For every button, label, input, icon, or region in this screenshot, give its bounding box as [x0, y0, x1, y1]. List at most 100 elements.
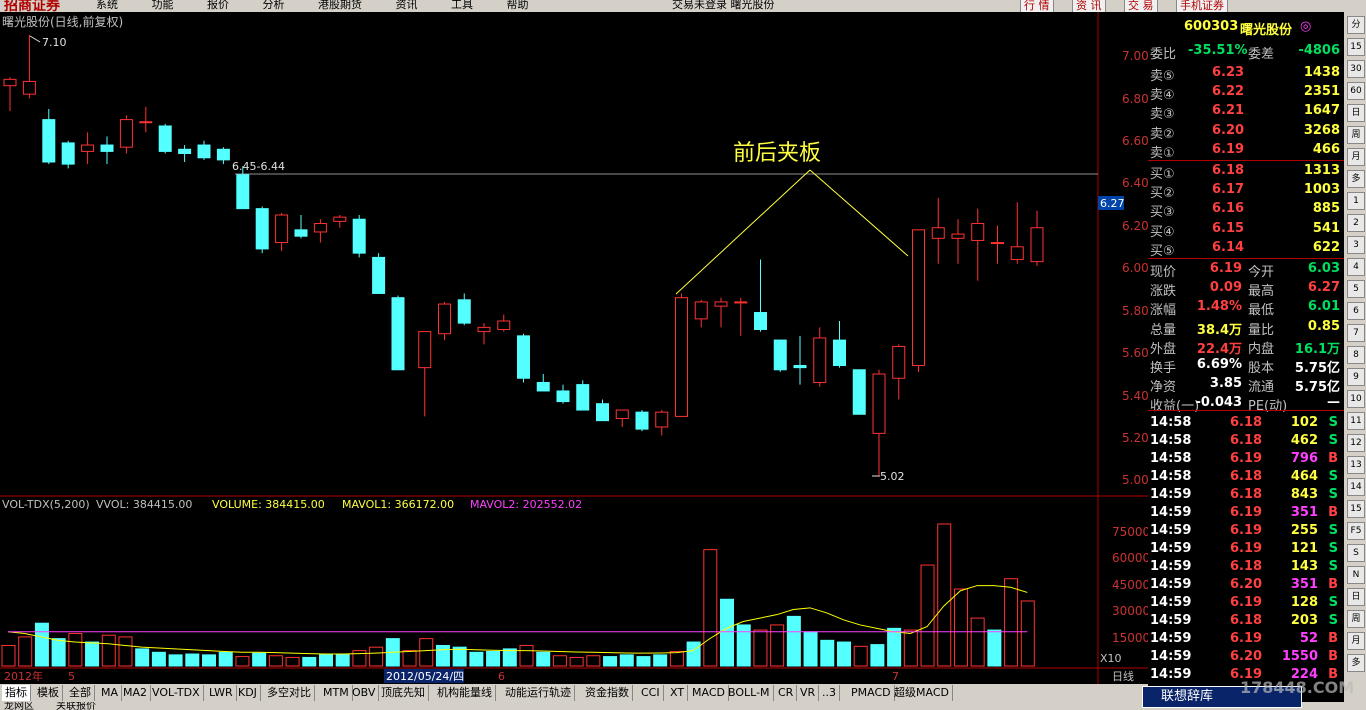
toolbar-button[interactable]: 日: [1347, 104, 1365, 122]
toolbar-button[interactable]: 周: [1347, 126, 1365, 144]
indicator-tab[interactable]: 多空对比: [264, 685, 315, 701]
indicator-tab[interactable]: 超级MACD: [891, 685, 953, 701]
info-icon[interactable]: ◎: [1300, 19, 1311, 34]
indicator-tab[interactable]: MACD: [689, 685, 729, 701]
toolbar-button[interactable]: 60: [1347, 82, 1365, 100]
toolbar-button[interactable]: 13: [1347, 456, 1365, 474]
candle[interactable]: [352, 215, 366, 258]
candle-body: [313, 222, 327, 233]
toolbar-button[interactable]: 15: [1347, 38, 1365, 56]
toolbar-button[interactable]: 11: [1347, 412, 1365, 430]
toolbar-button[interactable]: 9: [1347, 368, 1365, 386]
ask-row[interactable]: 卖④ 6.22 2351: [1148, 83, 1344, 103]
toolbar-button[interactable]: 1: [1347, 192, 1365, 210]
toolbar-button[interactable]: 8: [1347, 346, 1365, 364]
toolbar-button[interactable]: 多: [1347, 170, 1365, 188]
bid-row[interactable]: 买④ 6.15 541: [1148, 220, 1344, 240]
indicator-tab[interactable]: VOL-TDX: [149, 685, 204, 701]
bid-row[interactable]: 买② 6.17 1003: [1148, 181, 1344, 201]
tick-side: S: [1328, 595, 1338, 610]
kline-chart[interactable]: 曙光股份(日线,前复权) 6.45-6.44 7.10 5.02 前后夹板 7.…: [0, 12, 1150, 684]
toolbar-button[interactable]: 5: [1347, 280, 1365, 298]
toolbar-button[interactable]: 10: [1347, 390, 1365, 408]
menu-function[interactable]: 功能: [152, 0, 174, 11]
toolbar-button[interactable]: 15: [1347, 500, 1365, 518]
tick-time: 14:59: [1150, 631, 1192, 646]
mobile-button[interactable]: 手机证券: [1176, 0, 1228, 12]
ask-row[interactable]: 卖⑤ 6.23 1438: [1148, 64, 1344, 84]
toolbar-button[interactable]: 3: [1347, 236, 1365, 254]
toolbar-button[interactable]: S: [1347, 544, 1365, 562]
candle[interactable]: [912, 229, 925, 372]
bottom-tab-related[interactable]: 关联报价: [56, 702, 96, 710]
indicator-tab[interactable]: PMACD: [848, 685, 895, 701]
indicator-tab[interactable]: 全部: [66, 685, 95, 701]
indicator-tab[interactable]: MTM: [320, 685, 353, 701]
toolbar-button[interactable]: 14: [1347, 478, 1365, 496]
bid-row[interactable]: 买⑤ 6.14 622: [1148, 239, 1344, 259]
indicator-tab[interactable]: MA2: [120, 685, 152, 701]
indicator-tab[interactable]: LWR: [206, 685, 237, 701]
candle[interactable]: [391, 295, 405, 371]
ask-row[interactable]: 卖③ 6.21 1647: [1148, 102, 1344, 122]
quote-button[interactable]: 行 情: [1020, 0, 1054, 12]
trade-button[interactable]: 交 易: [1124, 0, 1158, 12]
menu-tools[interactable]: 工具: [451, 0, 473, 11]
toolbar-button[interactable]: 12: [1347, 434, 1365, 452]
toolbar-button[interactable]: 4: [1347, 258, 1365, 276]
candle[interactable]: [773, 339, 787, 372]
indicator-tab[interactable]: XT: [667, 685, 689, 701]
indicator-tab[interactable]: KDJ: [235, 685, 261, 701]
candle[interactable]: [635, 410, 649, 432]
news-button[interactable]: 资 讯: [1072, 0, 1106, 12]
indicator-tab[interactable]: CCI: [638, 685, 664, 701]
indicator-tab[interactable]: 顶底先知: [378, 685, 429, 701]
ask-row[interactable]: 卖② 6.20 3268: [1148, 122, 1344, 142]
bid-row[interactable]: 买③ 6.16 885: [1148, 200, 1344, 220]
indicator-tab[interactable]: BOLL-M: [725, 685, 774, 701]
candle[interactable]: [61, 140, 75, 169]
bid-row[interactable]: 买① 6.18 1313: [1148, 162, 1344, 182]
indicator-tab[interactable]: VR: [797, 685, 820, 701]
indicator-tab[interactable]: 模板: [34, 685, 63, 701]
candle[interactable]: [675, 293, 688, 417]
candle[interactable]: [517, 333, 530, 383]
toolbar-button[interactable]: 30: [1347, 60, 1365, 78]
toolbar-button[interactable]: 7: [1347, 324, 1365, 342]
candle[interactable]: [576, 380, 590, 411]
candle[interactable]: [158, 123, 172, 154]
toolbar-button[interactable]: 月: [1347, 632, 1365, 650]
indicator-tab[interactable]: 动能运行轨迹: [502, 685, 575, 701]
indicator-tab[interactable]: ..3: [819, 685, 840, 701]
tick-side: S: [1328, 469, 1338, 484]
menu-system[interactable]: 系统: [96, 0, 118, 11]
toolbar-button[interactable]: 2: [1347, 214, 1365, 232]
candle[interactable]: [255, 206, 269, 254]
indicator-tab[interactable]: CR: [775, 685, 798, 701]
indicator-tab[interactable]: 指标: [2, 685, 31, 701]
toolbar-button[interactable]: 多: [1347, 654, 1365, 672]
candle-body: [734, 301, 748, 304]
indicator-tab[interactable]: OBV: [349, 685, 380, 701]
toolbar-button[interactable]: 6: [1347, 302, 1365, 320]
menu-hk-futures[interactable]: 港股期货: [318, 0, 362, 11]
toolbar-button[interactable]: 日: [1347, 588, 1365, 606]
toolbar-button[interactable]: F5: [1347, 522, 1365, 540]
menu-news[interactable]: 资讯: [396, 0, 418, 11]
indicator-tab[interactable]: MA: [98, 685, 123, 701]
candle-body: [178, 148, 192, 155]
ask-row[interactable]: 卖① 6.19 466: [1148, 141, 1344, 161]
toolbar-button[interactable]: N: [1347, 566, 1365, 584]
volume-bar: [369, 646, 384, 667]
indicator-tab[interactable]: 机构能量线: [434, 685, 496, 701]
indicator-tab[interactable]: 资金指数: [582, 685, 633, 701]
candle[interactable]: [852, 369, 866, 415]
toolbar-button[interactable]: 周: [1347, 610, 1365, 628]
menu-help[interactable]: 帮助: [507, 0, 529, 11]
menu-quote[interactable]: 报价: [207, 0, 229, 11]
toolbar-button[interactable]: 分: [1347, 16, 1365, 34]
toolbar-button[interactable]: 月: [1347, 148, 1365, 166]
menu-analysis[interactable]: 分析: [263, 0, 285, 11]
candle[interactable]: [372, 253, 386, 294]
bottom-tab-dragon[interactable]: 龙网区: [4, 702, 34, 710]
